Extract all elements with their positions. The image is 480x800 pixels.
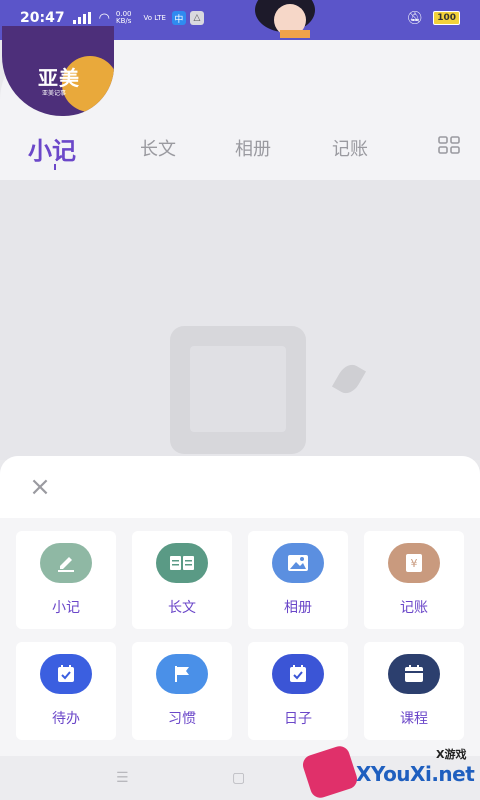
- create-daiban-button[interactable]: 待办: [16, 642, 116, 740]
- item-label: 课程: [400, 711, 428, 727]
- item-label: 待办: [52, 711, 80, 727]
- watermark-small: X游戏: [436, 748, 467, 761]
- app-notification-icon-2: △: [189, 11, 204, 25]
- wifi-icon: ◠: [98, 10, 110, 26]
- grid-menu-icon[interactable]: [438, 136, 460, 154]
- home-icon[interactable]: ▢: [232, 770, 245, 786]
- status-time: 20:47: [20, 10, 65, 26]
- tab-jizhang[interactable]: 记账: [332, 135, 368, 161]
- item-label: 小记: [52, 600, 80, 616]
- item-label: 相册: [284, 600, 312, 616]
- flag-icon: [156, 654, 208, 694]
- create-changwen-button[interactable]: 长文: [132, 531, 232, 629]
- calendar-icon: [388, 654, 440, 694]
- tab-xiaoji[interactable]: 小记: [28, 131, 76, 166]
- create-jizhang-button[interactable]: ¥ 记账: [364, 531, 464, 629]
- item-label: 习惯: [168, 711, 196, 727]
- book-icon: [156, 543, 208, 583]
- item-label: 长文: [168, 600, 196, 616]
- image-icon: [272, 543, 324, 583]
- create-xiaoji-button[interactable]: 小记: [16, 531, 116, 629]
- watermark-brand: XYouXi.net: [356, 762, 475, 786]
- item-label: 日子: [284, 711, 312, 727]
- create-rizi-button[interactable]: 日子: [248, 642, 348, 740]
- item-label: 记账: [400, 600, 428, 616]
- logo-subtext: 亚美记事: [42, 90, 67, 97]
- pen-icon: [40, 543, 92, 583]
- calendar-check-icon: [272, 654, 324, 694]
- yen-icon: ¥: [388, 543, 440, 583]
- mute-icon: 🔕︎: [406, 10, 424, 26]
- tab-xiangce[interactable]: 相册: [235, 135, 271, 161]
- create-xiguan-button[interactable]: 习惯: [132, 642, 232, 740]
- active-tab-indicator: [54, 164, 56, 170]
- create-xiangce-button[interactable]: 相册: [248, 531, 348, 629]
- tab-bar: 小记 长文 相册 记账: [0, 128, 480, 168]
- net-speed: 0.00 KB/s: [115, 10, 132, 25]
- net-type: Vo LTE: [143, 13, 166, 22]
- svg-text:¥: ¥: [411, 557, 418, 570]
- close-icon[interactable]: ×: [28, 474, 52, 500]
- signal-icon: [72, 12, 91, 24]
- battery-indicator: 100: [433, 11, 460, 25]
- site-watermark: XYouXi.net X游戏: [300, 743, 480, 800]
- menu-icon[interactable]: ☰: [116, 770, 129, 786]
- logo-text: 亚美: [38, 66, 80, 90]
- empty-state-illustration: [170, 326, 306, 454]
- calendar-check-icon: [40, 654, 92, 694]
- create-kecheng-button[interactable]: 课程: [364, 642, 464, 740]
- gamepad-logo-icon: [300, 743, 360, 800]
- sheet-header: ×: [0, 456, 480, 518]
- app-notification-icon: 中: [171, 11, 186, 25]
- tab-changwen[interactable]: 长文: [140, 135, 176, 161]
